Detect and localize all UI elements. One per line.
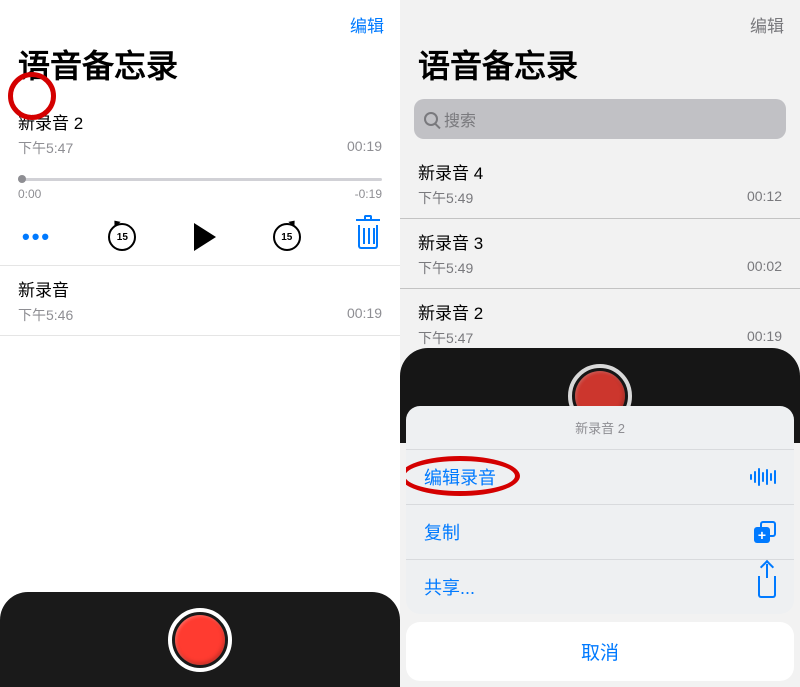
skip-forward-15-button[interactable]: 15 bbox=[273, 223, 301, 251]
record-bar bbox=[0, 592, 400, 687]
elapsed-time: 0:00 bbox=[18, 187, 41, 201]
action-copy[interactable]: 复制 + bbox=[406, 505, 794, 560]
action-label: 共享... bbox=[424, 574, 475, 600]
nav-header: 编辑 bbox=[0, 0, 400, 41]
recording-duration: 00:19 bbox=[347, 305, 382, 325]
edit-button: 编辑 bbox=[750, 12, 784, 37]
scrubber-track[interactable] bbox=[18, 178, 382, 181]
recording-item-expanded[interactable]: 新录音 2 下午5:47 00:19 bbox=[0, 99, 400, 158]
recording-duration: 00:19 bbox=[347, 138, 382, 158]
recording-name: 新录音 4 bbox=[418, 159, 782, 184]
play-button[interactable] bbox=[194, 223, 216, 251]
recording-time: 下午5:49 bbox=[418, 188, 473, 208]
screen-voice-memos-sheet: 编辑 语音备忘录 搜索 新录音 4 下午5:49 00:12 新录音 3 下午5… bbox=[400, 0, 800, 687]
copy-icon: + bbox=[754, 521, 776, 543]
share-icon bbox=[758, 576, 776, 598]
action-sheet-card: 新录音 2 编辑录音 复制 + 共享... bbox=[406, 406, 794, 614]
search-field: 搜索 bbox=[414, 99, 786, 139]
waveform-icon bbox=[750, 468, 776, 486]
scrubber-thumb[interactable] bbox=[18, 175, 26, 183]
recording-time: 下午5:47 bbox=[418, 328, 473, 348]
recording-name: 新录音 2 bbox=[18, 109, 382, 134]
player-controls: 0:00 -0:19 ••• 15 15 bbox=[0, 158, 400, 266]
play-icon bbox=[194, 223, 216, 251]
delete-button[interactable] bbox=[358, 225, 378, 249]
page-title: 语音备忘录 bbox=[0, 41, 400, 99]
nav-header: 编辑 bbox=[400, 0, 800, 41]
recording-time: 下午5:49 bbox=[418, 258, 473, 278]
recording-item[interactable]: 新录音 下午5:46 00:19 bbox=[0, 266, 400, 336]
recording-duration: 00:19 bbox=[747, 328, 782, 348]
recording-duration: 00:12 bbox=[747, 188, 782, 208]
recording-name: 新录音 3 bbox=[418, 229, 782, 254]
recording-time: 下午5:47 bbox=[18, 138, 73, 158]
search-placeholder: 搜索 bbox=[444, 107, 476, 131]
recording-item-expanded: 新录音 2 下午5:47 00:19 bbox=[400, 289, 800, 348]
recording-name: 新录音 bbox=[18, 276, 382, 301]
skip-back-15-button[interactable]: 15 bbox=[108, 223, 136, 251]
recording-item: 新录音 4 下午5:49 00:12 bbox=[400, 149, 800, 219]
action-label: 编辑录音 bbox=[424, 464, 496, 490]
edit-button[interactable]: 编辑 bbox=[350, 12, 384, 37]
recording-item: 新录音 3 下午5:49 00:02 bbox=[400, 219, 800, 289]
page-title: 语音备忘录 bbox=[400, 41, 800, 99]
recording-time: 下午5:46 bbox=[18, 305, 73, 325]
action-edit-recording[interactable]: 编辑录音 bbox=[406, 450, 794, 505]
action-cancel[interactable]: 取消 bbox=[406, 622, 794, 681]
action-sheet: 新录音 2 编辑录音 复制 + 共享... bbox=[406, 406, 794, 681]
record-icon bbox=[175, 615, 225, 665]
more-button[interactable]: ••• bbox=[22, 224, 51, 250]
recording-duration: 00:02 bbox=[747, 258, 782, 278]
recording-name: 新录音 2 bbox=[418, 299, 782, 324]
trash-icon bbox=[358, 225, 378, 249]
screen-voice-memos: 编辑 语音备忘录 新录音 2 下午5:47 00:19 0:00 -0:19 •… bbox=[0, 0, 400, 687]
search-icon bbox=[424, 112, 438, 126]
action-sheet-title: 新录音 2 bbox=[406, 406, 794, 450]
record-button[interactable] bbox=[168, 608, 232, 672]
remaining-time: -0:19 bbox=[355, 187, 382, 201]
action-label: 复制 bbox=[424, 519, 460, 545]
action-share[interactable]: 共享... bbox=[406, 560, 794, 614]
